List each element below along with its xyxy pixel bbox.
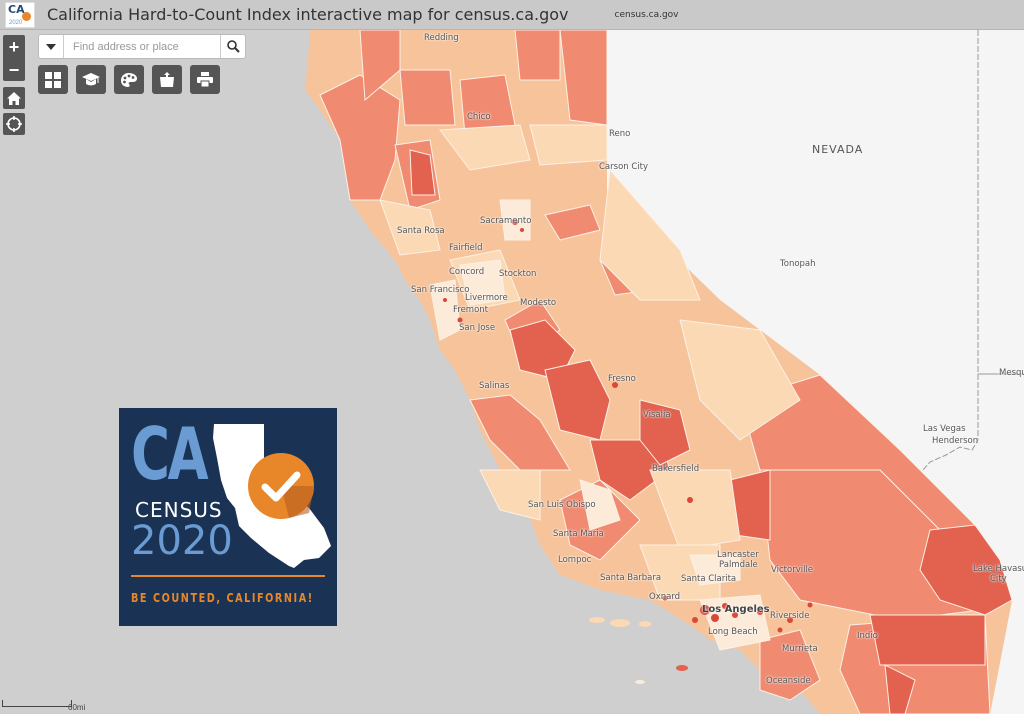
basemap-gallery-button[interactable] (38, 65, 68, 94)
zoom-in-button[interactable]: + (3, 35, 25, 58)
grid-icon (45, 71, 61, 88)
place-label: Livermore (465, 293, 508, 303)
scale-bar (2, 700, 72, 707)
place-label: Fairfield (449, 243, 483, 253)
app-title: California Hard-to-Count Index interacti… (47, 5, 569, 24)
place-label: Oxnard (649, 592, 681, 602)
place-label: San Luis Obispo (528, 500, 596, 510)
about-button[interactable] (76, 65, 106, 94)
place-label: Fresno (608, 374, 636, 384)
search-icon (226, 40, 240, 53)
print-button[interactable] (190, 65, 220, 94)
place-label: Santa Barbara (600, 573, 662, 583)
place-label: Santa Clarita (681, 574, 737, 584)
search-button[interactable] (220, 35, 245, 58)
place-label: Los Angeles (702, 604, 770, 615)
place-label: Santa Maria (553, 529, 604, 539)
place-label: Chico (467, 112, 491, 122)
place-label: Carson City (599, 162, 649, 172)
home-button[interactable] (3, 87, 25, 109)
layers-icon (160, 71, 174, 87)
search-source-dropdown[interactable] (39, 35, 64, 58)
locate-button[interactable] (3, 113, 25, 135)
place-label: Lake Havasu (973, 564, 1024, 574)
place-label: Lompoc (558, 555, 592, 565)
place-label: Murrieta (782, 644, 818, 654)
place-label: Henderson (932, 436, 979, 446)
place-label: Santa Rosa (397, 226, 445, 236)
logo-check-icon (22, 11, 31, 21)
zoom-controls: + − (3, 35, 25, 81)
zoom-out-button[interactable]: − (3, 58, 25, 81)
place-label: Bakersfield (652, 464, 700, 474)
place-label: Riverside (770, 611, 810, 621)
badge-divider (131, 575, 325, 577)
place-label: Sacramento (480, 216, 532, 226)
place-label: Lancaster (717, 550, 759, 560)
place-label: Long Beach (708, 627, 758, 637)
state-label-nevada: NEVADA (812, 143, 864, 156)
badge-ca-text: CA (131, 412, 209, 496)
badge-year-text: 2020 (131, 518, 233, 564)
place-label: Oceanside (766, 676, 811, 686)
graduation-cap-icon (82, 72, 100, 85)
place-label: Victorville (771, 565, 814, 575)
place-label: Modesto (520, 298, 557, 308)
place-label: Fremont (453, 305, 489, 315)
place-label: City (990, 574, 1007, 584)
search-widget (38, 34, 246, 59)
place-label: Tonopah (780, 259, 816, 269)
app-header: CA 2020 California Hard-to-Count Index i… (0, 0, 1024, 30)
place-label: Salinas (479, 381, 510, 391)
place-label: Redding (424, 33, 459, 43)
place-label: Mesqu (999, 368, 1024, 378)
palette-icon (121, 72, 137, 87)
place-label: San Jose (459, 323, 496, 333)
census-2020-badge: CA CENSUS 2020 BE COUNTED, CALIFORNIA! (119, 408, 337, 626)
place-label: Concord (449, 267, 485, 277)
place-label: Visalia (643, 410, 671, 420)
place-label: San Francisco (411, 285, 470, 295)
place-label: Stockton (499, 269, 537, 279)
badge-slogan: BE COUNTED, CALIFORNIA! (131, 590, 314, 605)
caret-down-icon (46, 43, 56, 50)
place-label: Las Vegas (923, 424, 966, 434)
place-label: Palmdale (719, 560, 758, 570)
census-logo[interactable]: CA 2020 (5, 1, 35, 28)
place-label: Reno (609, 129, 631, 139)
home-icon (7, 91, 21, 105)
layers-button[interactable] (152, 65, 182, 94)
print-icon (197, 72, 213, 87)
scale-bar-label: 60mi (68, 703, 86, 712)
header-link[interactable]: census.ca.gov (615, 10, 679, 20)
search-input[interactable] (64, 35, 220, 58)
channel-islands (589, 617, 688, 684)
legend-button[interactable] (114, 65, 144, 94)
locate-icon (6, 116, 22, 132)
toolbar (38, 65, 220, 94)
place-label: Indio (857, 631, 878, 641)
logo-year-text: 2020 (9, 19, 23, 26)
